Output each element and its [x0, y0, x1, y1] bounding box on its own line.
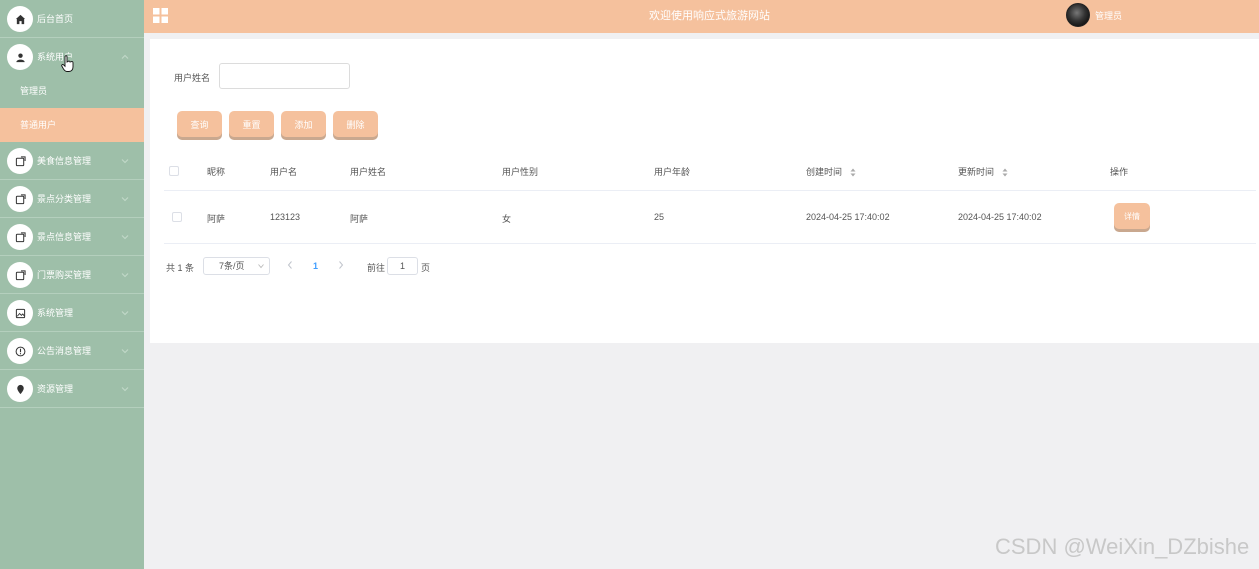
user-name[interactable]: 管理员	[1095, 0, 1122, 33]
chevron-down-icon	[121, 235, 129, 240]
divider	[164, 190, 1256, 191]
column-header: 用户性别	[502, 167, 539, 177]
page-suffix: 页	[421, 263, 431, 273]
detail-button[interactable]: 详情	[1114, 203, 1150, 229]
divider	[164, 243, 1256, 244]
sort-icon[interactable]	[1002, 168, 1008, 177]
external-link-icon	[7, 148, 33, 174]
column-header: 昵称	[207, 167, 226, 177]
main-panel: 用户姓名 查询 重置 添加 删除 昵称 用户名 用户姓名 用户性别 用户年龄 创…	[150, 39, 1259, 343]
chevron-down-icon	[121, 273, 129, 278]
column-header: 用户姓名	[350, 167, 387, 177]
column-header: 用户年龄	[654, 167, 691, 177]
search-label: 用户姓名	[174, 73, 211, 83]
sidebar-item-system[interactable]: 系统管理	[0, 294, 144, 332]
avatar[interactable]	[1066, 3, 1090, 27]
goto-label: 前往	[367, 263, 386, 273]
sidebar-item-label: 景点分类管理	[37, 194, 92, 204]
sort-icon[interactable]	[850, 168, 856, 177]
sidebar-item-label: 公告消息管理	[37, 346, 92, 356]
reset-button[interactable]: 重置	[229, 111, 274, 137]
column-header-label: 创建时间	[806, 167, 843, 177]
sidebar-item-home[interactable]: 后台首页	[0, 0, 144, 38]
sidebar-item-label: 资源管理	[37, 384, 74, 394]
cell-age: 25	[654, 212, 665, 222]
location-icon	[7, 376, 33, 402]
sidebar-subitem-admin[interactable]: 管理员	[0, 74, 144, 108]
image-icon	[7, 300, 33, 326]
column-header-sortable[interactable]: 创建时间	[806, 165, 856, 178]
chevron-down-icon	[258, 264, 264, 269]
prev-page-icon[interactable]	[286, 260, 294, 270]
pagination-total: 共 1 条	[166, 263, 195, 273]
chevron-up-icon	[121, 54, 129, 59]
chevron-down-icon	[121, 197, 129, 202]
column-header: 操作	[1110, 167, 1129, 177]
goto-page-input[interactable]: 1	[387, 257, 418, 275]
page-size-select[interactable]: 7条/页	[203, 257, 270, 275]
cell-nickname: 阿萨	[207, 214, 226, 224]
page-number-current[interactable]: 1	[313, 261, 318, 271]
chevron-down-icon	[121, 387, 129, 392]
cell-created: 2024-04-25 17:40:02	[806, 212, 890, 222]
search-input[interactable]	[219, 63, 350, 89]
sidebar-item-label: 系统管理	[37, 308, 74, 318]
sidebar-item-notices[interactable]: 公告消息管理	[0, 332, 144, 370]
cell-realname: 阿萨	[350, 214, 369, 224]
chevron-down-icon	[121, 349, 129, 354]
sidebar: 后台首页 系统用户 管理员 普通用户 美食信息管理 景点分类管理 景点信息管理	[0, 0, 144, 569]
sidebar-item-label: 门票购买管理	[37, 270, 92, 280]
query-button[interactable]: 查询	[177, 111, 222, 137]
select-all-checkbox[interactable]	[169, 166, 179, 176]
cell-updated: 2024-04-25 17:40:02	[958, 212, 1042, 222]
column-header-sortable[interactable]: 更新时间	[958, 165, 1008, 178]
home-icon	[7, 6, 33, 32]
external-link-icon	[7, 186, 33, 212]
sidebar-item-tickets[interactable]: 门票购买管理	[0, 256, 144, 294]
add-button[interactable]: 添加	[281, 111, 326, 137]
sidebar-subitem-label: 管理员	[20, 86, 48, 96]
chevron-down-icon	[121, 311, 129, 316]
next-page-icon[interactable]	[337, 260, 345, 270]
info-icon	[7, 338, 33, 364]
sidebar-item-label: 美食信息管理	[37, 156, 92, 166]
sidebar-item-label: 景点信息管理	[37, 232, 92, 242]
chevron-down-icon	[121, 159, 129, 164]
cell-username: 123123	[270, 212, 301, 222]
column-header: 用户名	[270, 167, 298, 177]
page-size-value: 7条/页	[219, 261, 245, 271]
top-header: 欢迎使用响应式旅游网站 管理员	[144, 0, 1259, 33]
sidebar-item-spot-info[interactable]: 景点信息管理	[0, 218, 144, 256]
hand-cursor-icon	[61, 55, 74, 72]
sidebar-item-resources[interactable]: 资源管理	[0, 370, 144, 408]
page-title: 欢迎使用响应式旅游网站	[649, 10, 770, 22]
column-header-label: 更新时间	[958, 167, 995, 177]
watermark: CSDN @WeiXin_DZbishe	[995, 534, 1250, 559]
cell-gender: 女	[502, 214, 512, 224]
user-icon	[7, 44, 33, 70]
sidebar-subitem-normal-users[interactable]: 普通用户	[0, 108, 144, 142]
external-link-icon	[7, 262, 33, 288]
row-checkbox[interactable]	[172, 212, 182, 222]
sidebar-subitem-label: 普通用户	[20, 120, 57, 130]
external-link-icon	[7, 224, 33, 250]
delete-button[interactable]: 删除	[333, 111, 378, 137]
sidebar-item-food[interactable]: 美食信息管理	[0, 142, 144, 180]
sidebar-item-label: 后台首页	[37, 14, 74, 24]
sidebar-item-spot-category[interactable]: 景点分类管理	[0, 180, 144, 218]
